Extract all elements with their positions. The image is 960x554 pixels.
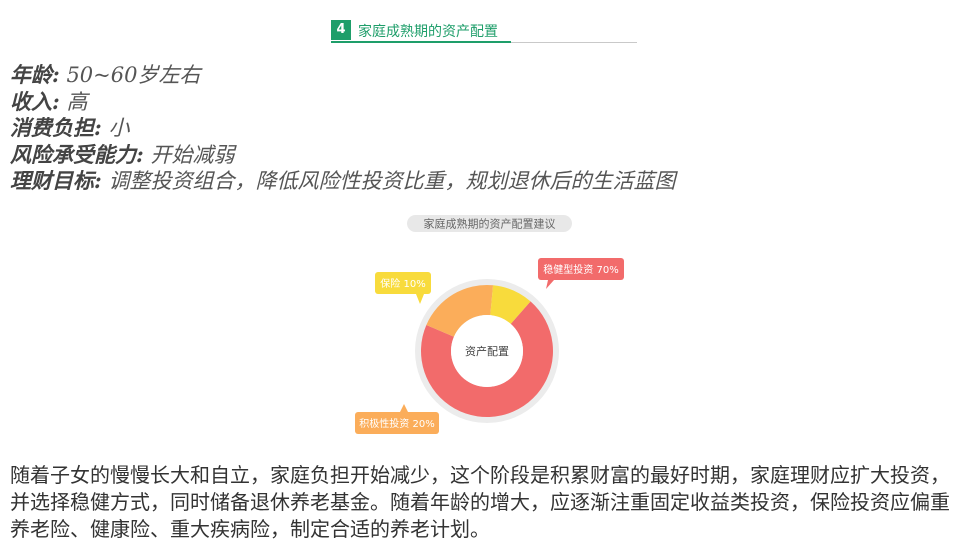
profile-value: 50~60岁左右: [59, 63, 201, 87]
profile-key: 收入:: [10, 88, 60, 114]
profile-key: 年龄:: [10, 62, 60, 87]
section-header: 4 家庭成熟期的资产配置: [331, 20, 637, 44]
profile-key: 风险承受能力:: [10, 141, 144, 167]
profile-value: 开始减弱: [143, 142, 235, 167]
callout-stable: 稳健型投资 70%: [538, 258, 624, 289]
profile-value: 小: [101, 116, 130, 140]
family-profile: 年龄: 50~60岁左右 收入: 高 消费负担: 小 风险承受能力: 开始减弱 …: [10, 62, 950, 195]
profile-key: 理财目标:: [10, 168, 102, 193]
center-label: 资产配置: [465, 344, 509, 358]
profile-row-income: 收入: 高: [10, 89, 950, 116]
callout-pointer: [546, 280, 554, 289]
profile-row-goal: 理财目标: 调整投资组合，降低风险性投资比重，规划退休后的生活蓝图: [10, 168, 950, 195]
callout-label: 积极性投资 20%: [359, 417, 434, 430]
profile-value: 高: [59, 89, 88, 114]
callout-label: 稳健型投资 70%: [543, 263, 618, 276]
asset-allocation-chart: 家庭成熟期的资产配置建议 资产配置 稳健型投资 70% 积极性投资 20% 保险 1…: [330, 210, 640, 445]
callout-pointer: [416, 294, 424, 304]
description-paragraph: 随着子女的慢慢长大和自立，家庭负担开始减少，这个阶段是积累财富的最好时期，家庭理…: [10, 463, 950, 541]
profile-row-risk: 风险承受能力: 开始减弱: [10, 142, 950, 169]
callout-label: 保险 10%: [380, 277, 425, 290]
profile-row-consumption: 消费负担: 小: [10, 115, 950, 142]
header-divider-accent: [331, 41, 511, 43]
profile-key: 消费负担:: [10, 115, 102, 140]
section-number-badge: 4: [331, 20, 351, 40]
callout-aggressive: 积极性投资 20%: [355, 404, 439, 434]
callout-pointer: [400, 404, 408, 412]
section-title: 家庭成熟期的资产配置: [358, 24, 498, 40]
chart-title: 家庭成熟期的资产配置建议: [424, 217, 556, 231]
chart-svg: 家庭成熟期的资产配置建议 资产配置 稳健型投资 70% 积极性投资 20% 保险 1…: [355, 215, 624, 434]
profile-value: 调整投资组合，降低风险性投资比重，规划退休后的生活蓝图: [101, 169, 676, 193]
profile-row-age: 年龄: 50~60岁左右: [10, 62, 950, 89]
callout-insurance: 保险 10%: [375, 272, 431, 304]
